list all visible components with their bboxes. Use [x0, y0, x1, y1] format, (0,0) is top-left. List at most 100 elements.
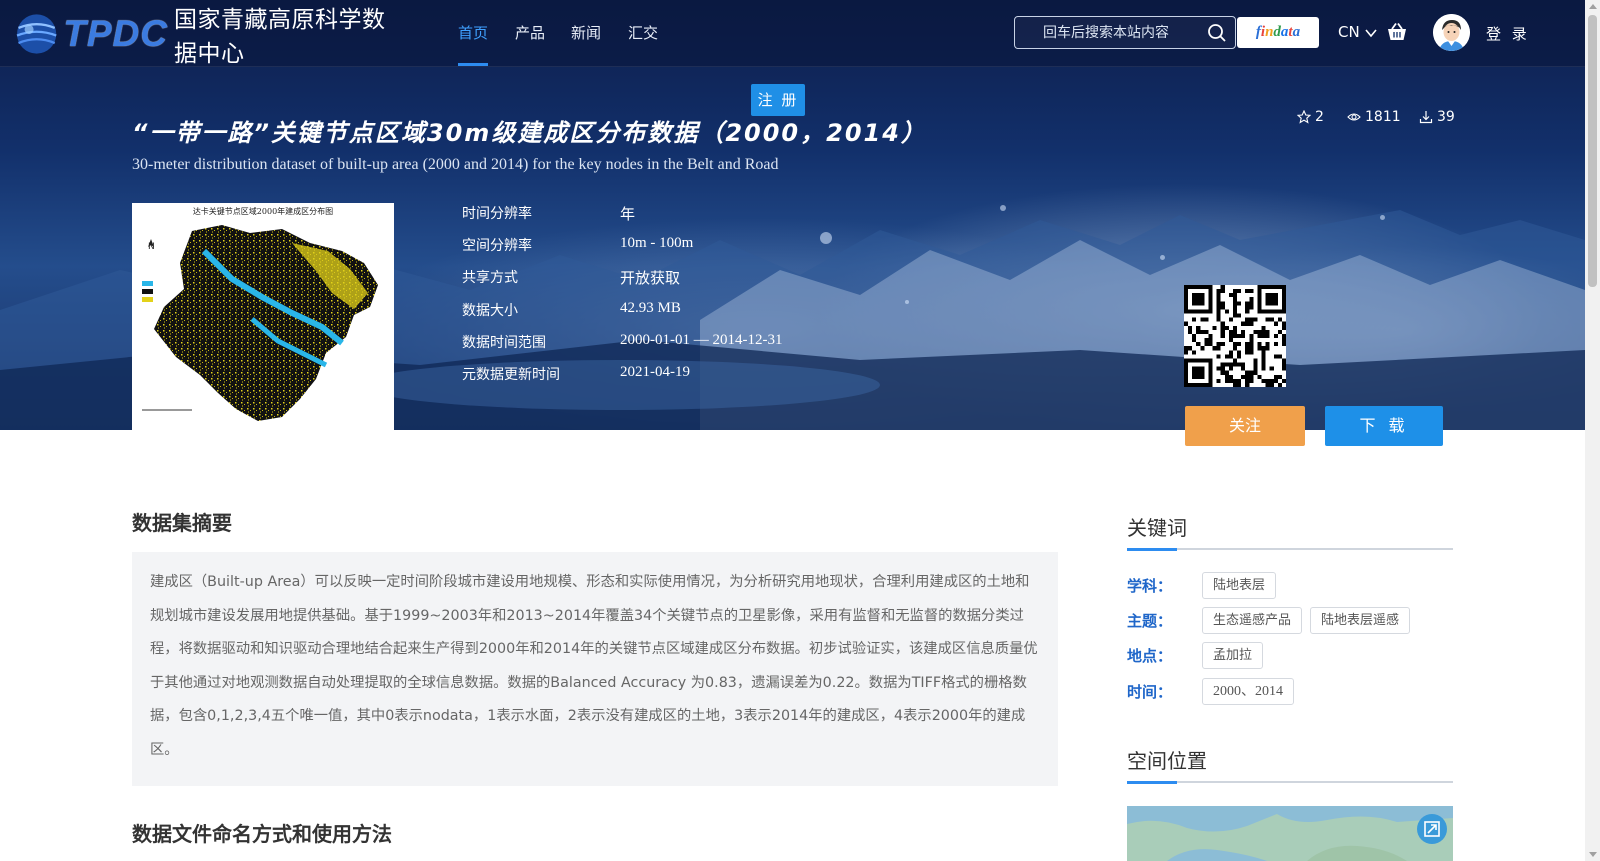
qr-module: [1188, 329, 1193, 334]
qr-module: [1257, 342, 1262, 347]
qr-module: [1228, 329, 1233, 334]
meta-row-data-size: 数据大小 42.93 MB: [462, 300, 862, 324]
location-divider: [1127, 781, 1453, 784]
qr-module: [1232, 382, 1238, 387]
keyword-tag[interactable]: 陆地表层遥感: [1310, 607, 1411, 634]
qr-module: [1224, 325, 1229, 330]
qr-module: [1249, 346, 1254, 351]
qr-module: [1232, 289, 1238, 294]
qr-module: [1249, 297, 1254, 302]
search-input[interactable]: [1043, 23, 1203, 43]
qr-module: [1249, 305, 1254, 310]
view-count: 1811: [1347, 109, 1401, 125]
qr-module: [1249, 378, 1254, 383]
qr-module: [1273, 374, 1278, 379]
keyword-label: 学科：: [1127, 577, 1173, 595]
eye-icon: [1347, 113, 1361, 121]
meta-row-metadata-updated: 元数据更新时间 2021-04-19: [462, 364, 862, 388]
meta-key: 空间分辨率: [462, 238, 532, 254]
meta-key: 时间分辨率: [462, 206, 532, 222]
qr-module: [1192, 366, 1205, 379]
language-switcher[interactable]: CN: [1338, 23, 1378, 41]
qr-module: [1232, 329, 1238, 334]
qr-module: [1245, 382, 1250, 387]
nav-submission[interactable]: 汇交: [628, 22, 658, 66]
qr-module: [1224, 362, 1229, 367]
qr-module: [1245, 289, 1250, 294]
qr-module: [1253, 370, 1258, 375]
qr-module: [1216, 342, 1221, 347]
qr-module: [1228, 293, 1233, 298]
nav-products[interactable]: 产品: [515, 22, 545, 66]
map-expand-button[interactable]: [1417, 814, 1447, 844]
built-up-map-image: N: [142, 225, 378, 421]
location-map[interactable]: [1127, 806, 1453, 861]
naming-method-heading: 数据文件命名方式和使用方法: [132, 822, 392, 846]
keyword-tag[interactable]: 2000、2014: [1202, 678, 1294, 705]
globe-logo-icon: [16, 14, 57, 54]
qr-module: [1253, 329, 1258, 334]
keyword-tag[interactable]: 陆地表层: [1202, 572, 1277, 599]
qr-module: [1212, 325, 1217, 330]
qr-module: [1257, 346, 1262, 351]
language-label: CN: [1338, 23, 1360, 41]
scroll-up-arrow-icon[interactable]: [1589, 4, 1597, 9]
keyword-tag[interactable]: 生态遥感产品: [1202, 607, 1303, 634]
search-icon[interactable]: [1207, 23, 1227, 43]
nav-home[interactable]: 首页: [458, 22, 489, 66]
qr-module: [1232, 362, 1238, 367]
findata-button[interactable]: findata: [1237, 17, 1319, 48]
site-search: [1014, 16, 1236, 49]
qr-module: [1261, 378, 1266, 383]
dataset-thumbnail[interactable]: 达卡关键节点区域2000年建成区分布图 N: [132, 203, 394, 431]
qr-module: [1245, 309, 1250, 314]
qr-module: [1249, 342, 1254, 347]
qr-module: [1277, 382, 1282, 387]
qr-module: [1204, 338, 1209, 343]
qr-module: [1237, 362, 1242, 367]
qr-code: [1184, 285, 1286, 387]
site-logo[interactable]: TPDC 国家青藏高原科学数据中心: [14, 4, 394, 67]
download-button[interactable]: 下 载: [1325, 406, 1443, 446]
login-link[interactable]: 登 录: [1486, 23, 1530, 44]
qr-module: [1228, 362, 1233, 367]
qr-module: [1216, 305, 1221, 310]
qr-module: [1184, 321, 1189, 326]
abstract-heading: 数据集摘要: [132, 511, 232, 535]
location-heading: 空间位置: [1127, 749, 1207, 773]
scroll-down-arrow-icon[interactable]: [1589, 852, 1597, 857]
qr-module: [1216, 317, 1221, 322]
qr-module: [1277, 354, 1282, 359]
keyword-tag[interactable]: 孟加拉: [1202, 642, 1264, 669]
qr-module: [1200, 346, 1205, 351]
basket-icon[interactable]: [1386, 22, 1408, 42]
keyword-row-discipline: 学科： 陆地表层: [1127, 572, 1284, 599]
keyword-label: 地点：: [1127, 647, 1173, 665]
qr-module: [1220, 305, 1225, 310]
qr-module: [1273, 342, 1278, 347]
register-button[interactable]: 注 册: [751, 84, 805, 116]
meta-value: 2000-01-01 — 2014-12-31: [620, 332, 783, 348]
star-count[interactable]: 2: [1297, 109, 1324, 125]
qr-module: [1208, 338, 1213, 343]
keyword-row-time: 时间： 2000、2014: [1127, 678, 1302, 705]
qr-module: [1245, 370, 1250, 375]
qr-module: [1241, 362, 1246, 367]
qr-module: [1269, 378, 1274, 383]
follow-button[interactable]: 关注: [1185, 406, 1305, 446]
meta-row-spatial-resolution: 空间分辨率 10m - 100m: [462, 235, 862, 259]
nav-news[interactable]: 新闻: [571, 22, 601, 66]
qr-module: [1249, 317, 1254, 322]
scroll-thumb[interactable]: [1588, 15, 1597, 287]
qr-module: [1273, 333, 1278, 339]
qr-module: [1237, 313, 1242, 318]
page-scrollbar[interactable]: [1585, 0, 1600, 861]
qr-module: [1261, 350, 1266, 355]
qr-module: [1192, 338, 1197, 343]
qr-module: [1265, 346, 1270, 351]
qr-module: [1216, 289, 1221, 294]
user-avatar[interactable]: [1433, 14, 1470, 51]
meta-key: 数据大小: [462, 303, 518, 319]
qr-module: [1220, 325, 1225, 330]
qr-module: [1220, 285, 1225, 290]
